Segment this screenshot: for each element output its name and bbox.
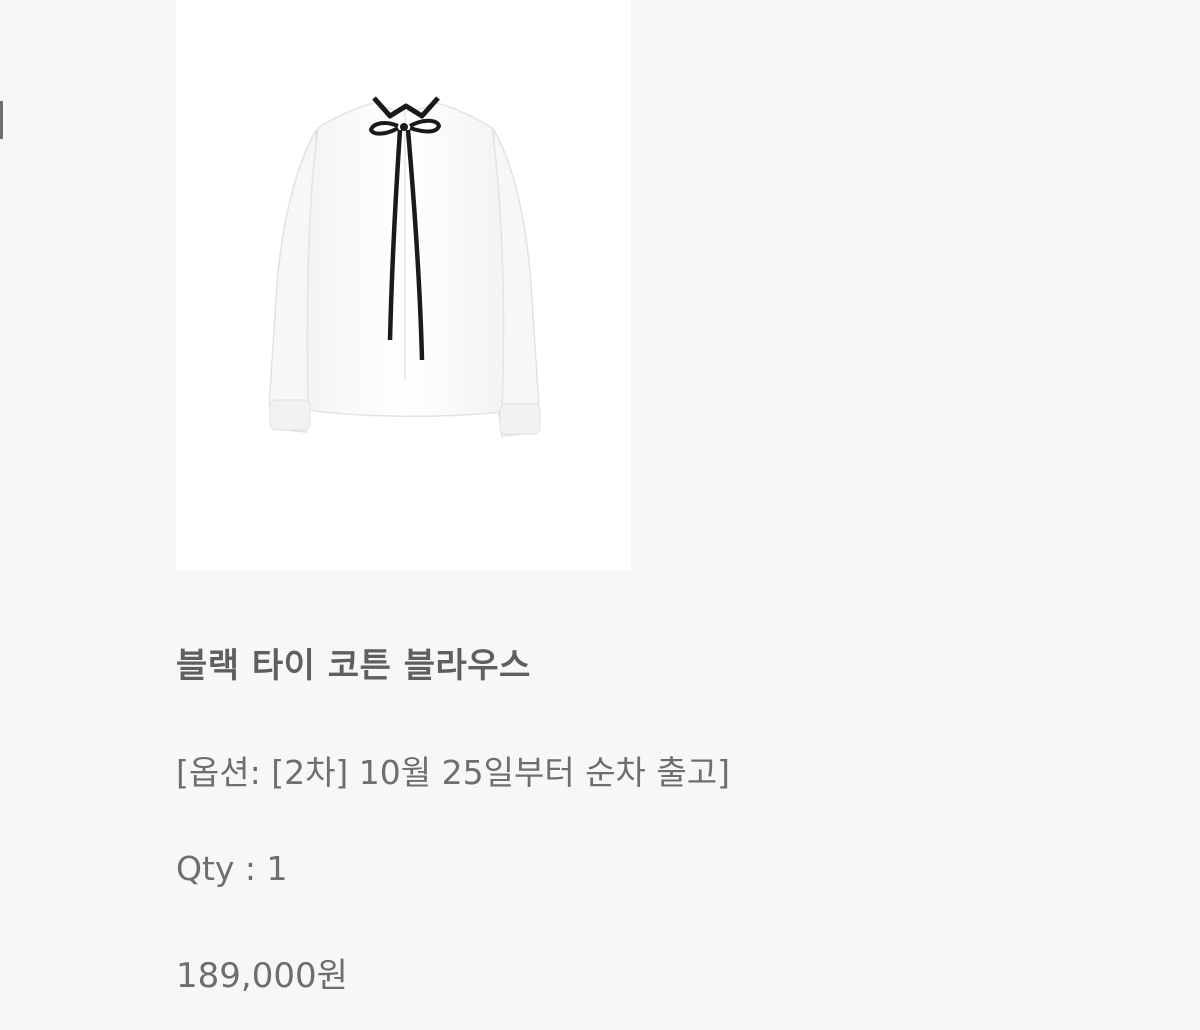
blouse-illustration bbox=[268, 96, 541, 437]
scroll-indicator bbox=[0, 101, 3, 139]
product-quantity: Qty : 1 bbox=[176, 849, 288, 888]
product-option: [옵션: [2차] 10월 25일부터 순차 출고] bbox=[176, 753, 731, 792]
product-name[interactable]: 블랙 타이 코튼 블라우스 bbox=[176, 638, 531, 687]
product-image[interactable] bbox=[176, 0, 631, 571]
product-price: 189,000원 bbox=[176, 956, 348, 996]
